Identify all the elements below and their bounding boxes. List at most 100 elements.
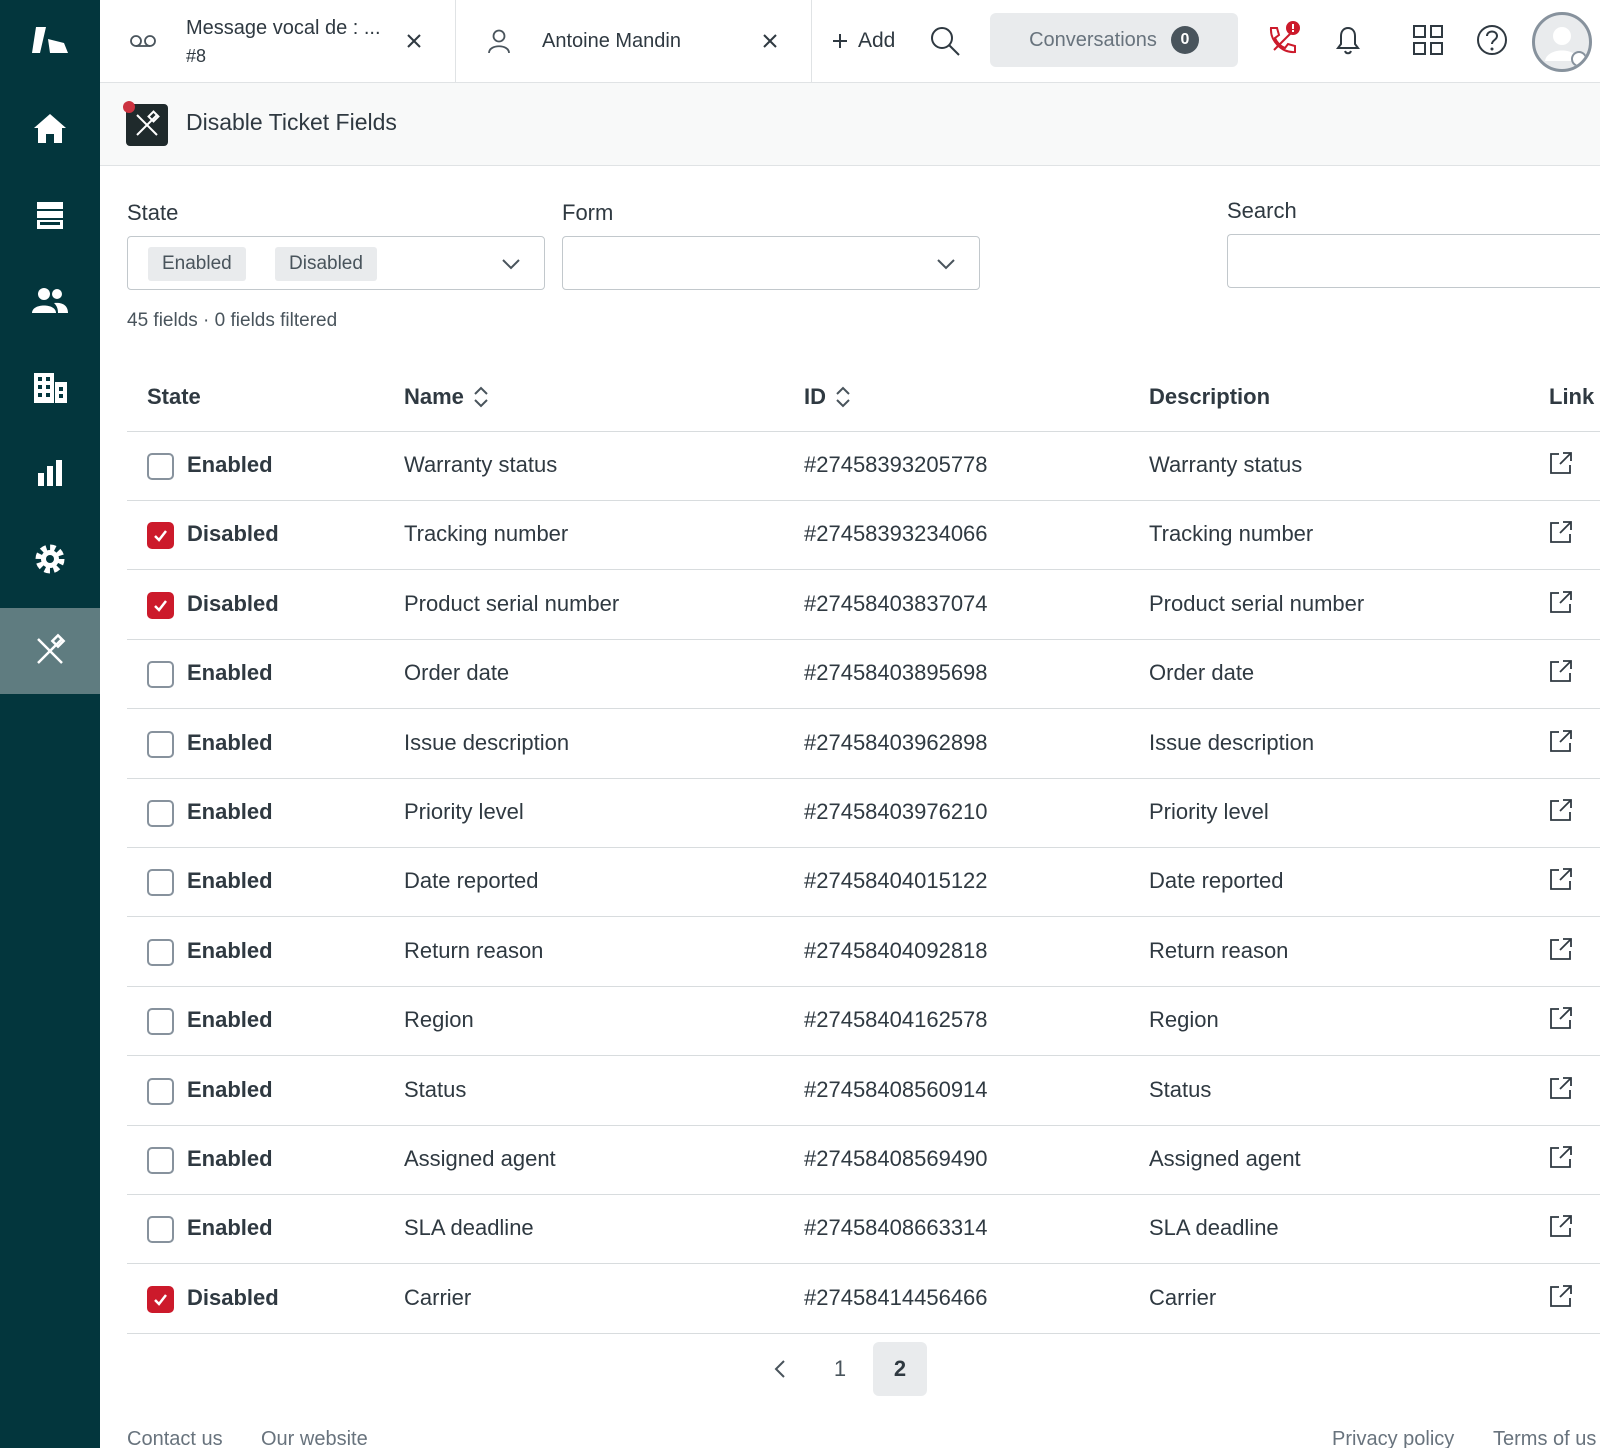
field-id: #27458408569490 <box>804 1146 988 1171</box>
tab-user-text: Antoine Mandin <box>542 30 681 53</box>
settings-gear-icon[interactable] <box>0 516 100 602</box>
external-link-icon[interactable] <box>1547 657 1575 685</box>
state-value: Enabled <box>187 1076 273 1102</box>
column-header-link: Link <box>1549 384 1594 410</box>
table-row: Enabled SLA deadline #27458408663314 SLA de… <box>127 1195 1600 1265</box>
field-description: Product serial number <box>1149 590 1365 616</box>
field-name: Return reason <box>404 937 544 963</box>
external-link-icon[interactable] <box>1547 1282 1575 1310</box>
views-icon[interactable] <box>0 172 100 258</box>
zendesk-logo-icon[interactable] <box>0 0 100 86</box>
reporting-icon[interactable] <box>0 430 100 516</box>
external-link-icon[interactable] <box>1547 1074 1575 1102</box>
top-bar: Message vocal de : ... #8 Antoine Mandin… <box>100 0 1600 83</box>
state-checkbox[interactable] <box>147 661 174 689</box>
sort-icon[interactable] <box>834 385 852 409</box>
conversations-label: Conversations <box>1029 28 1157 51</box>
field-description: Return reason <box>1149 937 1289 963</box>
conversations-button[interactable]: Conversations 0 <box>990 13 1238 67</box>
page-2-button[interactable]: 2 <box>873 1342 927 1396</box>
field-id: #27458403895698 <box>804 660 988 686</box>
sort-icon[interactable] <box>472 385 490 409</box>
state-chip-disabled[interactable]: Disabled <box>275 247 377 281</box>
field-id: #27458393205778 <box>804 452 988 477</box>
tab-user[interactable]: Antoine Mandin <box>456 0 812 82</box>
fields-summary: 45 fields · 0 fields filtered <box>127 310 338 331</box>
field-id: #27458404162578 <box>804 1007 988 1033</box>
external-link-icon[interactable] <box>1547 796 1575 824</box>
field-description: Priority level <box>1149 799 1269 824</box>
state-checkbox[interactable] <box>147 1285 174 1313</box>
field-description: Carrier <box>1149 1284 1217 1310</box>
field-description: Tracking number <box>1149 521 1314 547</box>
page-title: Disable Ticket Fields <box>186 109 397 135</box>
column-header-state-label: State <box>147 384 201 409</box>
field-id: #27458403976210 <box>804 799 988 824</box>
state-checkbox[interactable] <box>147 800 174 827</box>
products-grid-icon[interactable] <box>1408 20 1448 60</box>
field-name: SLA deadline <box>404 1215 534 1241</box>
external-link-icon[interactable] <box>1547 865 1575 893</box>
external-link-icon[interactable] <box>1547 1212 1575 1240</box>
table-row: Enabled Region #27458404162578 Region <box>127 987 1600 1057</box>
state-checkbox[interactable] <box>147 938 174 966</box>
previous-page-icon[interactable] <box>760 1342 800 1396</box>
column-header-link-label: Link <box>1549 384 1595 409</box>
state-value: Enabled <box>187 452 273 477</box>
organizations-icon[interactable] <box>0 344 100 430</box>
close-tab-icon[interactable] <box>401 28 427 54</box>
state-checkbox[interactable] <box>147 1216 174 1244</box>
column-header-description-label: Description <box>1149 384 1271 409</box>
avatar[interactable] <box>1532 12 1592 72</box>
footer-privacy-link[interactable]: Privacy policy <box>1332 1428 1454 1448</box>
field-name: Order date <box>404 660 510 686</box>
form-filter-select[interactable] <box>562 236 980 290</box>
column-header-name-label: Name <box>404 384 464 409</box>
page-1-button[interactable]: 1 <box>814 1342 866 1396</box>
state-chip-enabled[interactable]: Enabled <box>148 247 246 281</box>
search-icon[interactable] <box>928 24 962 58</box>
footer-terms-link[interactable]: Terms of us <box>1493 1428 1596 1448</box>
home-icon[interactable] <box>0 86 100 172</box>
external-link-icon[interactable] <box>1547 727 1575 755</box>
state-checkbox[interactable] <box>147 522 174 550</box>
field-id: #27458403962898 <box>804 729 988 755</box>
external-link-icon[interactable] <box>1547 518 1575 546</box>
state-checkbox[interactable] <box>147 591 174 619</box>
bell-icon[interactable] <box>1328 20 1368 60</box>
state-value: Enabled <box>187 1146 273 1171</box>
user-avatar-icon <box>1545 27 1587 67</box>
state-checkbox[interactable] <box>147 869 174 897</box>
external-link-icon[interactable] <box>1547 449 1575 477</box>
field-description: Order date <box>1149 660 1255 686</box>
external-link-icon[interactable] <box>1547 1004 1575 1032</box>
external-link-icon[interactable] <box>1547 588 1575 616</box>
state-checkbox[interactable] <box>147 1008 174 1036</box>
conversations-count-badge: 0 <box>1170 26 1199 54</box>
close-tab-icon[interactable] <box>757 28 783 54</box>
external-link-icon[interactable] <box>1547 935 1575 963</box>
help-icon[interactable] <box>1472 20 1512 60</box>
state-checkbox[interactable] <box>147 730 174 758</box>
field-name: Priority level <box>404 799 524 824</box>
search-input[interactable] <box>1227 234 1600 288</box>
column-header-name[interactable]: Name <box>404 384 490 410</box>
add-tab-button[interactable]: Add <box>830 24 895 58</box>
state-checkbox[interactable] <box>147 1147 174 1174</box>
phone-alert-icon[interactable] <box>1262 20 1302 60</box>
customers-icon[interactable] <box>0 258 100 344</box>
external-link-icon[interactable] <box>1547 1143 1575 1171</box>
state-filter-select[interactable]: Enabled Disabled <box>127 236 545 290</box>
tab-voicemail[interactable]: Message vocal de : ... #8 <box>100 0 456 82</box>
column-header-id[interactable]: ID <box>804 384 852 410</box>
disable-fields-app-icon[interactable] <box>0 608 100 694</box>
table-row: Enabled Order date #27458403895698 Order da… <box>127 640 1600 710</box>
field-id: #27458403837074 <box>804 590 988 616</box>
state-checkbox[interactable] <box>147 453 174 480</box>
footer-website-link[interactable]: Our website <box>261 1428 368 1448</box>
state-checkbox[interactable] <box>147 1077 174 1105</box>
field-id: #27458393234066 <box>804 521 988 547</box>
app-root: Message vocal de : ... #8 Antoine Mandin… <box>0 0 1600 1448</box>
field-name: Assigned agent <box>404 1146 556 1171</box>
footer-contact-link[interactable]: Contact us <box>127 1428 223 1448</box>
